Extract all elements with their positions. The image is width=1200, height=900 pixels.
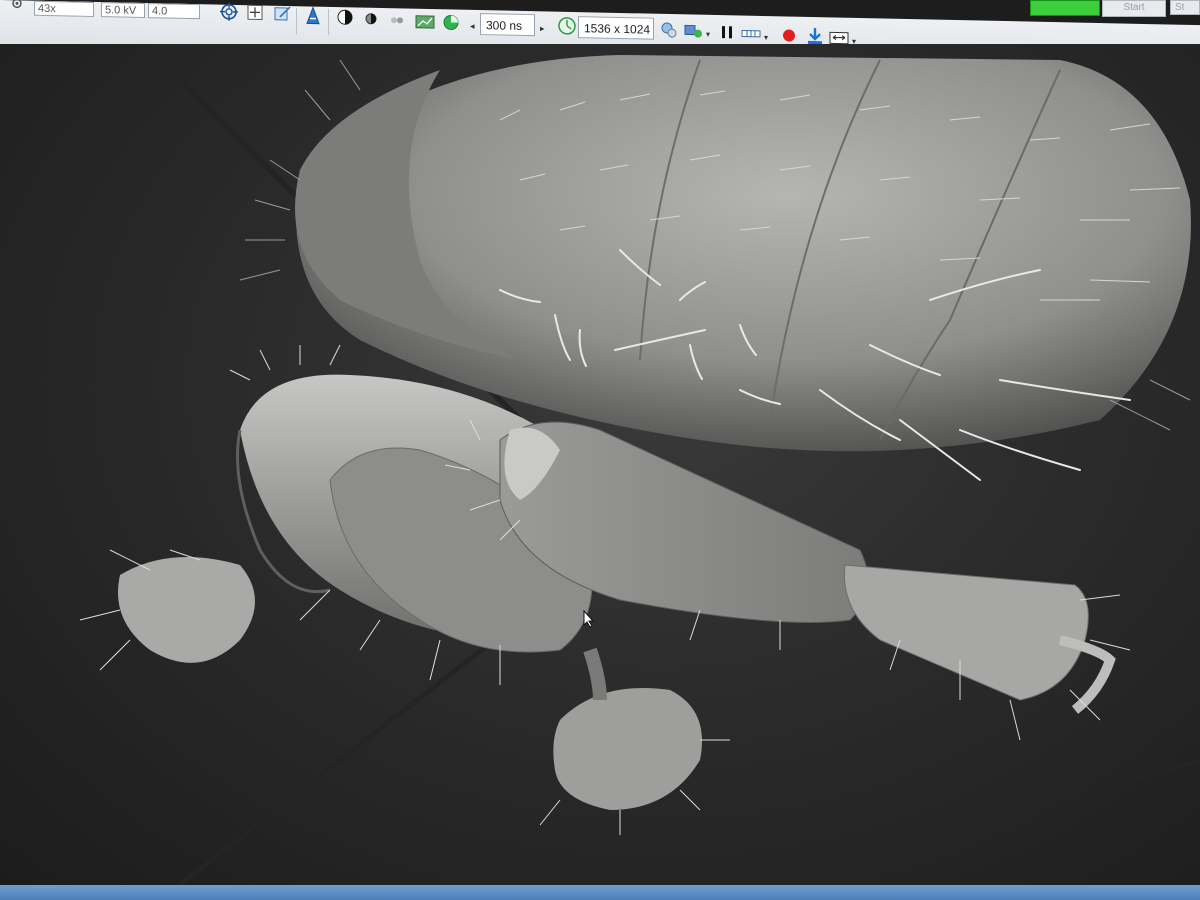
scan-mode-icon[interactable] (740, 23, 762, 45)
beam-status-indicator (1030, 0, 1100, 16)
detector-dropdown-icon[interactable]: ▾ (706, 30, 710, 39)
bottom-status-strip (0, 885, 1200, 900)
dwell-time-field[interactable]: 300 ns (480, 13, 535, 37)
contrast-icon[interactable] (334, 6, 356, 28)
start-button[interactable]: Start (1102, 0, 1166, 17)
spot-size-field[interactable]: 4.0 (148, 3, 200, 20)
scan-speed-icon[interactable] (556, 15, 578, 37)
pie-scan-icon[interactable] (440, 11, 462, 33)
settings-icon[interactable] (8, 0, 26, 13)
grab-frame-icon[interactable] (658, 19, 680, 41)
scan-mode-dropdown-icon[interactable]: ▾ (764, 33, 768, 42)
decrease-arrow-icon[interactable]: ◂ (470, 21, 475, 32)
sem-micrograph-image (79, 44, 1200, 890)
toolbar-separator (328, 8, 329, 35)
stop-button[interactable]: St (1170, 0, 1200, 15)
detector-icon[interactable] (386, 9, 408, 31)
beam-tilt-icon[interactable] (302, 4, 324, 26)
pause-icon[interactable] (716, 21, 738, 43)
voltage-field[interactable]: 5.0 kV (101, 2, 145, 19)
detector-select-icon[interactable] (682, 19, 704, 41)
toolbar-separator (296, 8, 297, 35)
center-icon[interactable] (244, 1, 266, 23)
crosshair-target-icon[interactable] (218, 1, 240, 23)
resolution-field[interactable]: 1536 x 1024 (578, 16, 654, 40)
increase-arrow-icon[interactable]: ▸ (540, 23, 545, 34)
brightness-icon[interactable] (360, 8, 382, 30)
sem-image-viewport[interactable] (0, 44, 1200, 890)
scan-area-icon[interactable] (414, 11, 436, 33)
magnification-field[interactable]: 43x (34, 0, 94, 17)
zoom-region-icon[interactable] (272, 3, 294, 25)
